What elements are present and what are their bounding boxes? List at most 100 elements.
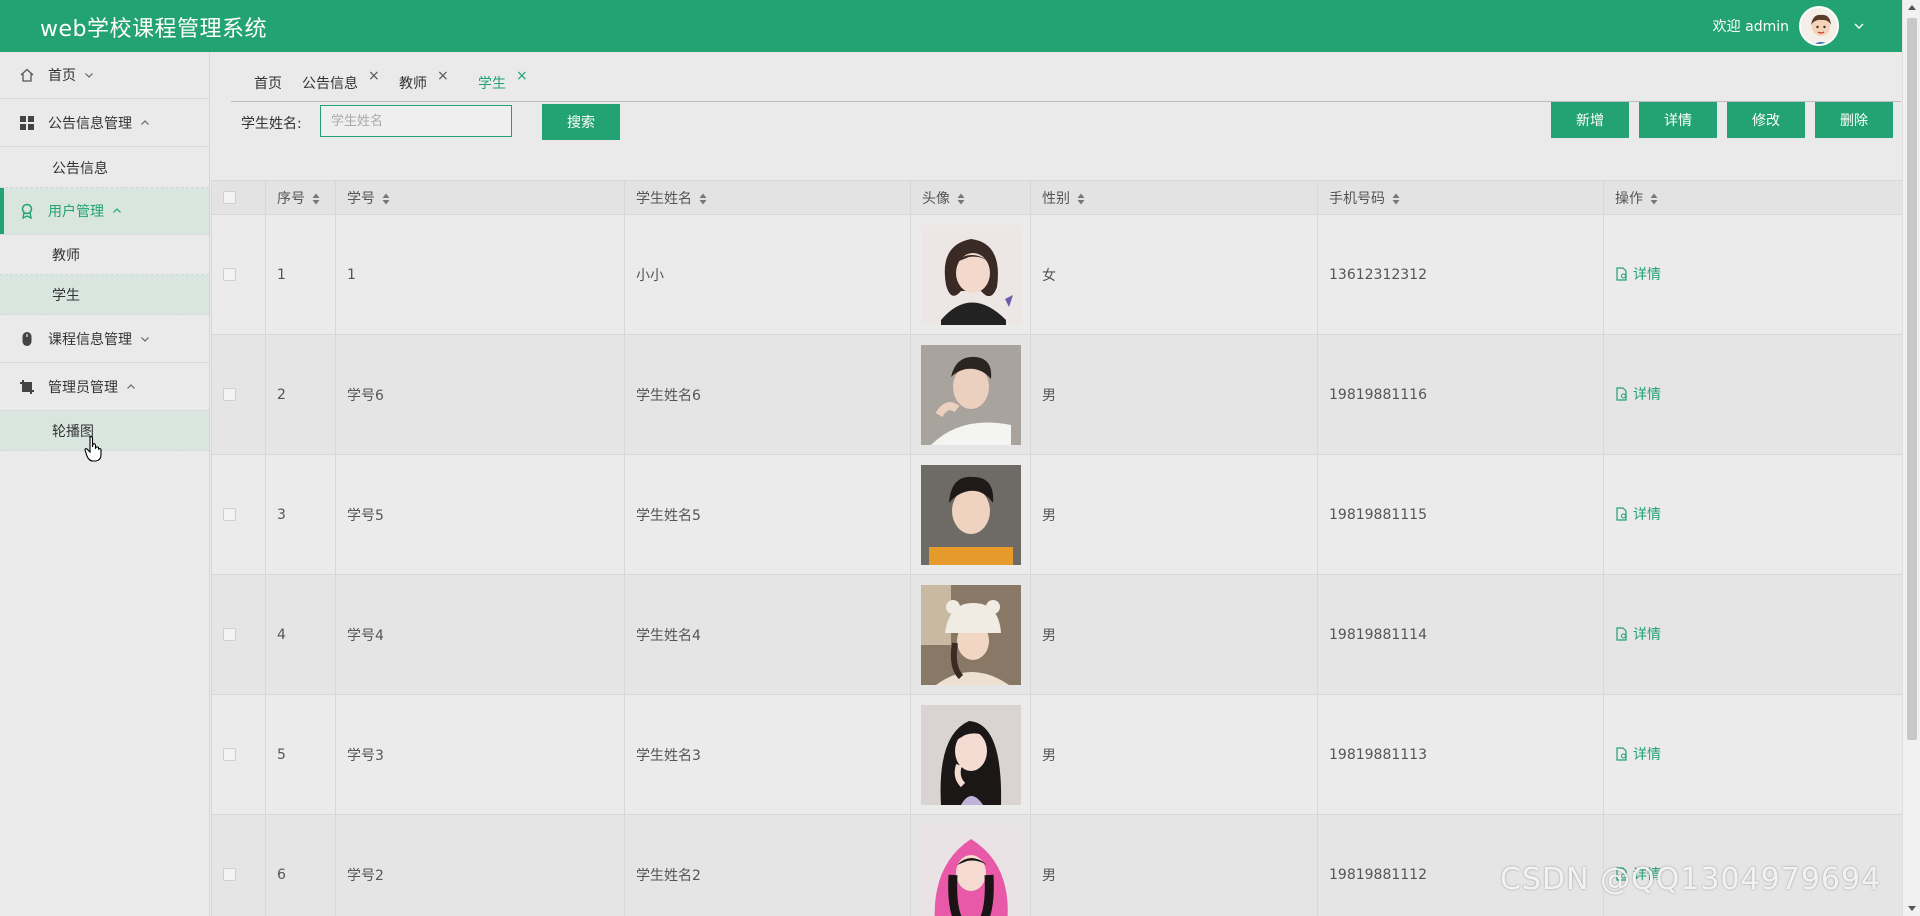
- chevron-down-icon: [85, 73, 93, 78]
- cell-student-name: 学生姓名3: [624, 694, 911, 815]
- sidebar-item-label: 公告信息管理: [48, 116, 132, 132]
- cell-student-no: 学号4: [335, 574, 625, 695]
- scroll-thumb[interactable]: [1907, 18, 1917, 740]
- cell-student-no: 学号3: [335, 694, 625, 815]
- chevron-up-icon: [113, 208, 121, 213]
- select-all-checkbox[interactable]: [223, 191, 236, 204]
- search-button[interactable]: 搜索: [542, 104, 620, 140]
- sidebar-item-label: 用户管理: [48, 204, 104, 220]
- sidebar-item-home[interactable]: 首页: [0, 52, 209, 99]
- document-icon: [1616, 627, 1627, 641]
- crop-icon: [18, 378, 36, 396]
- watermark: CSDN @QQ1304979694: [1500, 862, 1882, 897]
- sidebar-item-label: 管理员管理: [48, 380, 118, 396]
- column-header-student-no[interactable]: 学号: [335, 180, 625, 215]
- student-name-search-input[interactable]: [320, 105, 512, 137]
- column-header-gender[interactable]: 性别: [1030, 180, 1318, 215]
- row-checkbox[interactable]: [223, 388, 236, 401]
- row-checkbox[interactable]: [223, 868, 236, 881]
- sidebar-item-label: 课程信息管理: [48, 332, 132, 348]
- sort-icon[interactable]: [1392, 193, 1400, 205]
- student-table: 序号 学号 学生姓名 头像 性别 手机号码 操作 1 1 小小 女 136123…: [211, 180, 1903, 916]
- sidebar-item-admin-management[interactable]: 管理员管理: [0, 364, 209, 411]
- column-header-index[interactable]: 序号: [265, 180, 336, 215]
- search-label: 学生姓名:: [241, 116, 302, 132]
- delete-button[interactable]: 删除: [1815, 102, 1893, 138]
- chevron-down-icon[interactable]: [1853, 20, 1865, 32]
- row-checkbox[interactable]: [223, 748, 236, 761]
- student-photo[interactable]: [921, 584, 1021, 685]
- sidebar-item-notice-management[interactable]: 公告信息管理: [0, 100, 209, 147]
- avatar-girl-bucket-hat-image: [921, 584, 1021, 685]
- row-detail-link[interactable]: 详情: [1615, 384, 1661, 404]
- student-photo[interactable]: [921, 224, 1021, 325]
- sort-icon[interactable]: [1077, 193, 1085, 205]
- cell-gender: 男: [1030, 334, 1318, 455]
- tab-teacher[interactable]: 教师 ×: [399, 66, 449, 102]
- avatar-girl-pink-hoodie-image: [921, 824, 1021, 916]
- grid-icon: [18, 114, 36, 132]
- chevron-down-icon: [141, 337, 149, 342]
- user-avatar[interactable]: [1799, 6, 1839, 46]
- sort-icon[interactable]: [957, 193, 965, 205]
- cell-gender: 男: [1030, 574, 1318, 695]
- cell-phone: 19819881115: [1317, 454, 1604, 575]
- scroll-up-arrow-icon[interactable]: [1903, 0, 1920, 16]
- row-checkbox[interactable]: [223, 628, 236, 641]
- sidebar-subitem-teacher[interactable]: 教师: [0, 235, 209, 275]
- sidebar-item-user-management[interactable]: 用户管理: [0, 188, 209, 235]
- user-menu[interactable]: 欢迎 admin: [1713, 6, 1865, 46]
- sort-icon[interactable]: [1650, 193, 1658, 205]
- row-detail-link[interactable]: 详情: [1615, 504, 1661, 524]
- close-icon[interactable]: ×: [516, 58, 528, 94]
- cell-student-name: 小小: [624, 214, 911, 335]
- tab-bar: 首页 公告信息 × 教师 × 学生 ×: [231, 66, 1901, 102]
- row-detail-link[interactable]: 详情: [1615, 264, 1661, 284]
- row-detail-link[interactable]: 详情: [1615, 624, 1661, 644]
- welcome-text: 欢迎 admin: [1712, 19, 1789, 35]
- avatar-boy-orange-shirt-image: [921, 464, 1021, 565]
- edit-button[interactable]: 修改: [1727, 102, 1805, 138]
- main-content: 首页 公告信息 × 教师 × 学生 × 学生姓名: 搜索 新增 详情 修改 删除: [211, 52, 1903, 916]
- document-icon: [1616, 267, 1627, 281]
- tab-notice-info[interactable]: 公告信息 ×: [302, 66, 380, 102]
- tab-home[interactable]: 首页: [254, 66, 282, 102]
- select-all-cell[interactable]: [211, 180, 266, 215]
- close-icon[interactable]: ×: [368, 58, 380, 94]
- table-header-row: 序号 学号 学生姓名 头像 性别 手机号码 操作: [211, 180, 1903, 215]
- student-photo[interactable]: [921, 824, 1021, 916]
- column-header-actions[interactable]: 操作: [1603, 180, 1903, 215]
- column-header-photo[interactable]: 头像: [910, 180, 1031, 215]
- scroll-down-arrow-icon[interactable]: [1903, 900, 1920, 916]
- sort-icon[interactable]: [312, 193, 320, 205]
- sidebar-subitem-student[interactable]: 学生: [0, 275, 209, 315]
- row-checkbox[interactable]: [223, 508, 236, 521]
- student-photo[interactable]: [921, 344, 1021, 445]
- close-icon[interactable]: ×: [437, 58, 449, 94]
- cell-index: 1: [265, 214, 336, 335]
- avatar-boy-white-shirt-image: [921, 344, 1021, 445]
- table-row: 2 学号6 学生姓名6 男 19819881116 详情: [211, 334, 1903, 455]
- cell-phone: 19819881114: [1317, 574, 1604, 695]
- column-header-student-name[interactable]: 学生姓名: [624, 180, 911, 215]
- sidebar-item-label: 首页: [48, 68, 76, 84]
- vertical-scrollbar[interactable]: [1902, 0, 1920, 916]
- sort-icon[interactable]: [382, 193, 390, 205]
- cell-index: 5: [265, 694, 336, 815]
- row-detail-link[interactable]: 详情: [1615, 744, 1661, 764]
- add-button[interactable]: 新增: [1551, 102, 1629, 138]
- chevron-up-icon: [127, 384, 135, 389]
- column-header-phone[interactable]: 手机号码: [1317, 180, 1604, 215]
- document-icon: [1616, 507, 1627, 521]
- cell-student-no: 学号5: [335, 454, 625, 575]
- student-photo[interactable]: [921, 704, 1021, 805]
- sidebar-item-course-management[interactable]: 课程信息管理: [0, 316, 209, 363]
- sort-icon[interactable]: [699, 193, 707, 205]
- tab-student[interactable]: 学生 ×: [478, 66, 528, 102]
- cell-student-name: 学生姓名2: [624, 814, 911, 916]
- student-photo[interactable]: [921, 464, 1021, 565]
- detail-button[interactable]: 详情: [1639, 102, 1717, 138]
- row-checkbox[interactable]: [223, 268, 236, 281]
- cell-student-no: 学号2: [335, 814, 625, 916]
- sidebar-subitem-notice-info[interactable]: 公告信息: [0, 148, 209, 188]
